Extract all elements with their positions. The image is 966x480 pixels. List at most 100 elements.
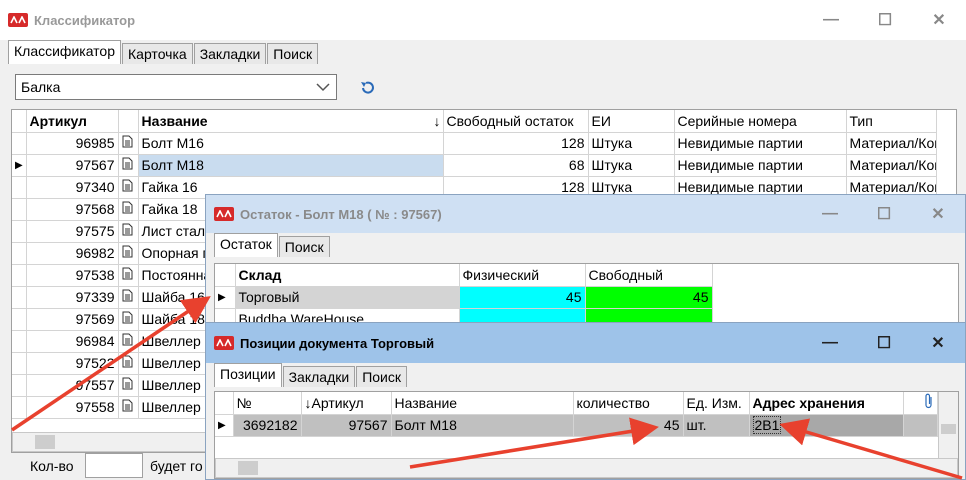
col-physical[interactable]: Физический [459, 264, 586, 287]
tab-bookmarks[interactable]: Закладки [282, 366, 356, 387]
close-button[interactable]: ✕ [911, 195, 965, 233]
doc-hscrollbar[interactable] [215, 458, 958, 478]
document-icon [118, 176, 139, 199]
number-cell[interactable]: 3692182 [233, 414, 302, 437]
article-cell[interactable]: 97568 [26, 198, 119, 221]
type-cell[interactable]: Материал/Ком [846, 154, 937, 177]
maximize-button[interactable]: ☐ [857, 195, 911, 233]
classifier-tabs: Классификатор Карточка Закладки Поиск [8, 40, 319, 64]
doc-tabs: Позиции Закладки Поиск [214, 363, 408, 387]
table-row[interactable]: ▶ 3692182 97567 Болт М18 45 шт. 2B1 [215, 414, 938, 437]
quantity-cell[interactable]: 45 [573, 414, 684, 437]
col-serials[interactable]: Серийные номера [674, 110, 847, 133]
doc-vscrollbar[interactable] [938, 392, 958, 460]
tab-positions[interactable]: Позиции [214, 363, 282, 387]
row-pointer-icon [12, 374, 27, 397]
minimize-button[interactable]: — [803, 323, 857, 363]
document-icon [118, 286, 139, 309]
row-pointer-icon [12, 176, 27, 199]
physical-cell[interactable]: 45 [459, 286, 586, 309]
article-cell[interactable]: 97575 [26, 220, 119, 243]
col-name[interactable]: Название ↓ [138, 110, 444, 133]
row-pointer-icon [12, 220, 27, 243]
unit-cell[interactable]: шт. [683, 414, 750, 437]
article-cell[interactable]: 97567 [301, 414, 392, 437]
maximize-button[interactable]: ☐ [858, 0, 912, 40]
row-pointer-icon: ▶ [215, 286, 236, 309]
close-button[interactable]: ✕ [912, 0, 966, 40]
sort-desc-icon: ↓ [433, 112, 441, 129]
refresh-icon[interactable] [359, 79, 377, 98]
row-pointer-icon [12, 330, 27, 353]
qty-input[interactable] [85, 453, 143, 478]
category-combobox[interactable]: Балка [15, 74, 337, 100]
tab-card[interactable]: Карточка [122, 43, 193, 64]
col-name[interactable]: Название [391, 392, 574, 415]
col-warehouse[interactable]: Склад [235, 264, 460, 287]
article-cell[interactable]: 97558 [26, 396, 119, 419]
col-type[interactable]: Тип [846, 110, 937, 133]
free-cell[interactable]: 45 [585, 286, 713, 309]
tab-bookmarks[interactable]: Закладки [193, 43, 267, 64]
document-icon [118, 308, 139, 331]
type-cell[interactable]: Материал/Ком [846, 132, 937, 155]
table-row[interactable]: 96985 Болт М16 128 Штука Невидимые партии Мат… [12, 132, 937, 155]
minimize-button[interactable]: — [803, 195, 857, 233]
close-button[interactable]: ✕ [911, 323, 965, 363]
stock-table: Склад Физический Свободный ▶ Торговый 45… [215, 264, 713, 331]
maximize-button[interactable]: ☐ [857, 323, 911, 363]
serials-cell[interactable]: Невидимые партии [674, 154, 847, 177]
document-icon [118, 330, 139, 353]
paperclip-icon[interactable] [903, 392, 938, 415]
col-storage-address[interactable]: Адрес хранения [749, 392, 904, 415]
tab-search[interactable]: Поиск [267, 43, 319, 64]
name-cell[interactable]: Болт М16 [138, 132, 444, 155]
article-cell[interactable]: 97557 [26, 374, 119, 397]
warehouse-cell[interactable]: Торговый [235, 286, 460, 309]
article-cell[interactable]: 97567 [26, 154, 119, 177]
article-cell[interactable]: 97339 [26, 286, 119, 309]
window-title: Классификатор [34, 12, 136, 28]
article-cell[interactable]: 97340 [26, 176, 119, 199]
col-unit[interactable]: ЕИ [588, 110, 675, 133]
article-cell[interactable]: 97538 [26, 264, 119, 287]
article-cell[interactable]: 97569 [26, 308, 119, 331]
document-icon [118, 242, 139, 265]
article-cell[interactable]: 96985 [26, 132, 119, 155]
tab-search[interactable]: Поиск [278, 236, 330, 257]
doc-header-row: № ↓Артикул Название количество Ед. Изм. … [215, 392, 938, 415]
article-cell[interactable]: 97522 [26, 352, 119, 375]
tab-classifier[interactable]: Классификатор [8, 40, 122, 64]
col-article[interactable]: Артикул [26, 110, 119, 133]
scroll-thumb[interactable] [35, 435, 55, 449]
col-article[interactable]: ↓Артикул [301, 392, 392, 415]
tab-stock[interactable]: Остаток [214, 233, 278, 257]
storage-address-cell[interactable]: 2B1 [749, 414, 904, 437]
footer-qty-label: Кол-во [30, 458, 74, 474]
scroll-thumb[interactable] [238, 461, 258, 475]
article-cell[interactable]: 96984 [26, 330, 119, 353]
doc-window-title: Позиции документа Торговый [240, 335, 435, 351]
table-row[interactable]: ▶ Торговый 45 45 [215, 286, 713, 309]
col-free[interactable]: Свободный [585, 264, 713, 287]
name-cell[interactable]: Болт М18 [391, 414, 574, 437]
table-row[interactable]: ▶ 97567 Болт М18 68 Штука Невидимые партии Мат… [12, 154, 937, 177]
unit-cell[interactable]: Штука [588, 132, 675, 155]
row-pointer-icon [12, 396, 27, 419]
scroll-thumb[interactable] [941, 424, 956, 434]
stock-window-title: Остаток - Болт М18 ( № : 97567) [240, 206, 442, 222]
name-cell[interactable]: Болт М18 [138, 154, 444, 177]
col-quantity[interactable]: количество [573, 392, 684, 415]
row-pointer-icon: ▶ [12, 154, 27, 177]
minimize-button[interactable]: — [804, 0, 858, 40]
row-pointer-icon [12, 352, 27, 375]
article-cell[interactable]: 96982 [26, 242, 119, 265]
col-number[interactable]: № [233, 392, 302, 415]
unit-cell[interactable]: Штука [588, 154, 675, 177]
free-stock-cell[interactable]: 68 [443, 154, 589, 177]
free-stock-cell[interactable]: 128 [443, 132, 589, 155]
tab-search[interactable]: Поиск [356, 366, 407, 387]
col-unit[interactable]: Ед. Изм. [683, 392, 750, 415]
col-free-stock[interactable]: Свободный остаток [443, 110, 589, 133]
serials-cell[interactable]: Невидимые партии [674, 132, 847, 155]
